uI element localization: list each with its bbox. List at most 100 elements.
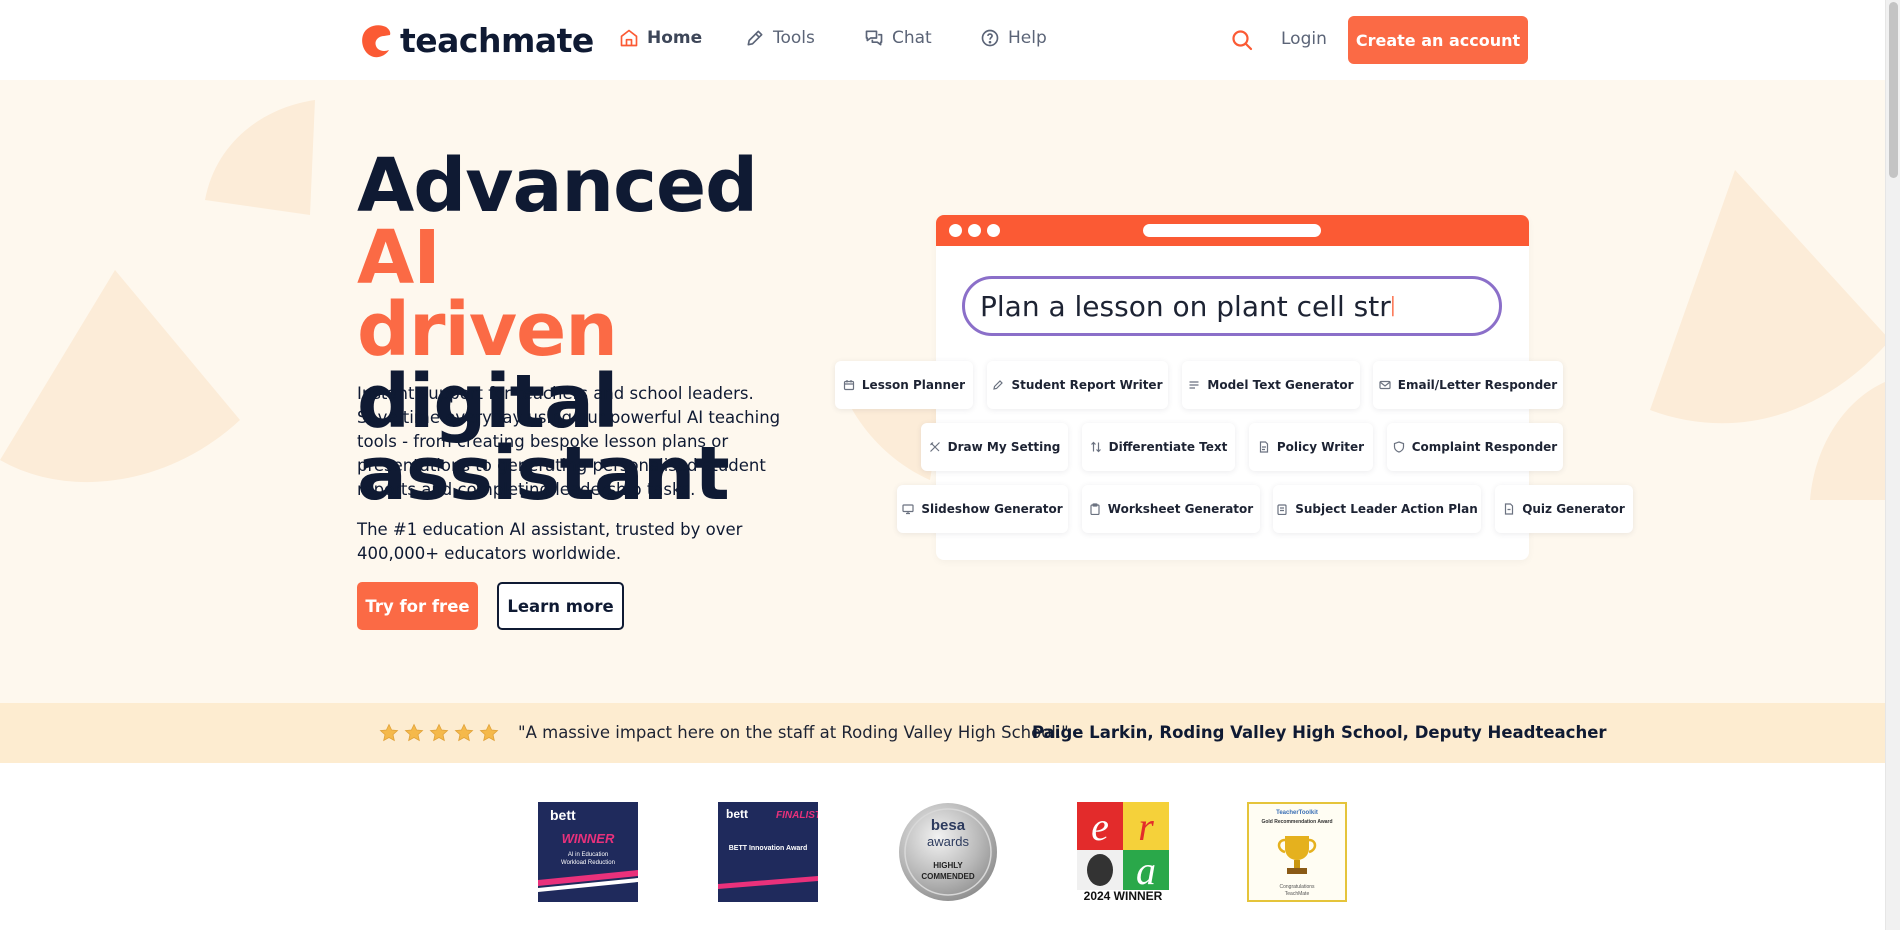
svg-text:BETT Innovation Award: BETT Innovation Award <box>729 845 808 852</box>
brand-name: teachmate <box>400 21 594 60</box>
star-icon <box>429 723 449 742</box>
svg-text:r: r <box>1138 804 1154 849</box>
nav-tools-label: Tools <box>773 28 815 48</box>
text-lines-icon <box>1189 381 1199 389</box>
star-icon <box>379 723 399 742</box>
tool-chip-email-letter-responder[interactable]: Email/Letter Responder <box>1373 361 1563 409</box>
tool-chip-differentiate-text[interactable]: Differentiate Text <box>1082 423 1235 471</box>
tool-chip-label: Quiz Generator <box>1522 502 1625 516</box>
hero-description: Instant support for teachers and school … <box>357 384 781 499</box>
tool-chip-complaint-responder[interactable]: Complaint Responder <box>1387 423 1563 471</box>
learn-more-button[interactable]: Learn more <box>497 582 624 630</box>
hero-section: Advanced AI driven digital assistant Ins… <box>0 80 1885 703</box>
svg-text:2024 WINNER: 2024 WINNER <box>1084 889 1163 902</box>
testimonial-quote: "A massive impact here on the staff at R… <box>518 723 1069 742</box>
decor-wedge-top <box>205 100 315 215</box>
shield-heart-icon <box>1393 441 1404 453</box>
nav-home-label: Home <box>647 28 703 48</box>
search-icon[interactable] <box>1230 28 1254 52</box>
star-rating <box>379 723 499 743</box>
brand-logo[interactable]: teachmate <box>360 21 594 60</box>
tool-chip-label: Complaint Responder <box>1411 440 1558 454</box>
login-link[interactable]: Login <box>1281 29 1327 49</box>
svg-text:awards: awards <box>927 834 969 849</box>
scrollbar-thumb[interactable] <box>1889 2 1898 178</box>
tool-chip-policy-writer[interactable]: Policy Writer <box>1249 423 1373 471</box>
window-dot <box>987 224 1000 237</box>
monitor-icon <box>902 504 914 515</box>
window-title-bar <box>936 215 1529 246</box>
pen-icon <box>993 380 1004 390</box>
tool-chip-label: Slideshow Generator <box>921 502 1063 516</box>
testimonial-author: Paige Larkin, Roding Valley High School,… <box>1032 723 1607 742</box>
tool-chip-subject-leader-action-plan[interactable]: Subject Leader Action Plan <box>1273 485 1481 533</box>
star-icon <box>454 723 474 742</box>
clipboard-list-icon <box>1277 504 1287 515</box>
svg-text:TeacherToolkit: TeacherToolkit <box>1276 810 1318 816</box>
nav-home[interactable]: Home <box>619 28 702 48</box>
svg-text:e: e <box>1091 804 1109 849</box>
svg-text:TeachMate: TeachMate <box>1285 891 1310 897</box>
site-header: teachmate Home Tools Chat Help Login Cre… <box>0 0 1885 80</box>
teachmate-logo-icon <box>362 24 391 57</box>
testimonial-strip: "A massive impact here on the staff at R… <box>0 703 1885 763</box>
svg-text:AI in Education: AI in Education <box>568 852 608 858</box>
besa-awards-badge: besa awards HIGHLY COMMENDED <box>899 803 997 901</box>
home-icon <box>620 29 638 47</box>
star-icon <box>404 723 424 742</box>
tool-chip-slideshow-generator[interactable]: Slideshow Generator <box>897 485 1068 533</box>
tool-chip-label: Policy Writer <box>1276 440 1365 454</box>
hero-trust-text: The #1 education AI assistant, trusted b… <box>357 520 743 563</box>
nav-help[interactable]: Help <box>980 28 1047 48</box>
bett-finalist-badge: bett FINALIST BETT Innovation Award <box>718 802 818 902</box>
svg-text:Workload Reduction: Workload Reduction <box>561 860 615 866</box>
tool-chip-student-report-writer[interactable]: Student Report Writer <box>987 361 1168 409</box>
chat-bubbles-icon <box>865 30 883 46</box>
nav-tools[interactable]: Tools <box>745 28 815 48</box>
help-circle-icon <box>981 29 999 47</box>
tool-chip-label: Differentiate Text <box>1108 440 1228 454</box>
svg-text:Gold Recommendation Award: Gold Recommendation Award <box>1261 819 1332 825</box>
document-icon <box>1259 441 1268 453</box>
svg-text:bett: bett <box>550 807 576 823</box>
tool-chip-draw-my-setting[interactable]: Draw My Setting <box>921 423 1068 471</box>
tool-chip-quiz-generator[interactable]: Quiz Generator <box>1495 485 1633 533</box>
window-dot <box>968 224 981 237</box>
tool-chip-worksheet-generator[interactable]: Worksheet Generator <box>1082 485 1260 533</box>
tool-chip-model-text-generator[interactable]: Model Text Generator <box>1182 361 1360 409</box>
svg-text:besa: besa <box>931 817 966 834</box>
prompt-input[interactable]: Plan a lesson on plant cell str I <box>962 276 1502 336</box>
pencil-tool-icon <box>747 30 763 46</box>
quiz-document-icon <box>1505 503 1514 515</box>
swap-icon <box>1090 441 1101 453</box>
tool-chip-label: Lesson Planner <box>861 378 966 392</box>
svg-text:WINNER: WINNER <box>562 831 615 846</box>
window-url-bar <box>1143 224 1321 237</box>
text-cursor-icon: I <box>1388 289 1398 323</box>
nav-chat-label: Chat <box>892 28 932 48</box>
try-for-free-button[interactable]: Try for free <box>357 582 478 630</box>
create-account-button[interactable]: Create an account <box>1348 16 1528 64</box>
teachertoolkit-award-badge: TeacherToolkit Gold Recommendation Award… <box>1247 802 1347 902</box>
era-winner-badge: e r a 2024 WINNER <box>1077 802 1169 902</box>
svg-text:bett: bett <box>726 807 748 821</box>
pen-ruler-icon <box>929 442 940 452</box>
prompt-text: Plan a lesson on plant cell str <box>980 289 1391 323</box>
tool-chip-label: Student Report Writer <box>1011 378 1163 392</box>
svg-text:COMMENDED: COMMENDED <box>921 872 975 881</box>
star-icon <box>479 723 499 742</box>
svg-text:HIGHLY: HIGHLY <box>933 861 963 870</box>
svg-text:Congratulations: Congratulations <box>1279 884 1315 890</box>
svg-text:FINALIST: FINALIST <box>776 810 818 821</box>
page-scrollbar[interactable] <box>1885 0 1900 930</box>
bett-winner-badge: bett WINNER AI in Education Workload Red… <box>538 802 638 902</box>
tool-chip-lesson-planner[interactable]: Lesson Planner <box>835 361 973 409</box>
decor-wedge-edge <box>1810 382 1885 500</box>
window-dot <box>949 224 962 237</box>
nav-chat[interactable]: Chat <box>864 28 932 48</box>
nav-help-label: Help <box>1008 28 1047 48</box>
tool-chip-label: Model Text Generator <box>1207 378 1354 392</box>
tool-chip-label: Worksheet Generator <box>1107 502 1254 516</box>
clipboard-icon <box>1090 503 1100 515</box>
tool-chip-label: Draw My Setting <box>947 440 1061 454</box>
